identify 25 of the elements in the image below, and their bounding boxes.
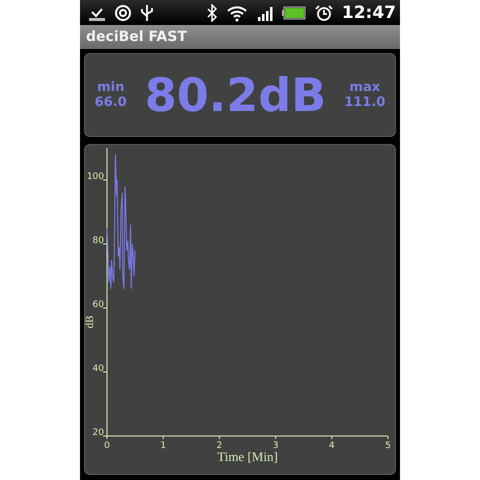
x-axis-title: Time [Min] xyxy=(217,449,278,464)
y-tick-label: 20 xyxy=(92,428,104,438)
min-label: min xyxy=(97,80,124,95)
max-label: max xyxy=(349,80,380,95)
alarm-clock-icon xyxy=(314,4,333,22)
x-tick-label: 5 xyxy=(385,441,391,451)
decibel-reading: 80.2dB xyxy=(144,68,326,122)
min-value: 66.0 xyxy=(94,95,127,110)
battery-icon xyxy=(282,6,306,20)
x-tick-label: 0 xyxy=(104,441,110,451)
usb-icon xyxy=(140,4,154,22)
x-tick-label: 2 xyxy=(216,441,222,451)
clock-time: 12:47 xyxy=(342,2,396,22)
x-tick-label: 1 xyxy=(160,441,166,451)
wifi-icon xyxy=(226,4,248,22)
y-tick-label: 60 xyxy=(92,300,104,310)
app-title: deciBel FAST xyxy=(86,29,187,45)
x-tick-label: 3 xyxy=(272,441,278,451)
x-tick-label: 4 xyxy=(328,441,335,451)
y-tick-label: 100 xyxy=(86,172,104,182)
bluetooth-icon xyxy=(206,4,217,22)
max-value: 111.0 xyxy=(344,95,386,110)
y-axis-title: dB xyxy=(85,316,96,328)
y-tick-label: 40 xyxy=(92,364,104,374)
y-tick-label: 80 xyxy=(92,236,104,246)
